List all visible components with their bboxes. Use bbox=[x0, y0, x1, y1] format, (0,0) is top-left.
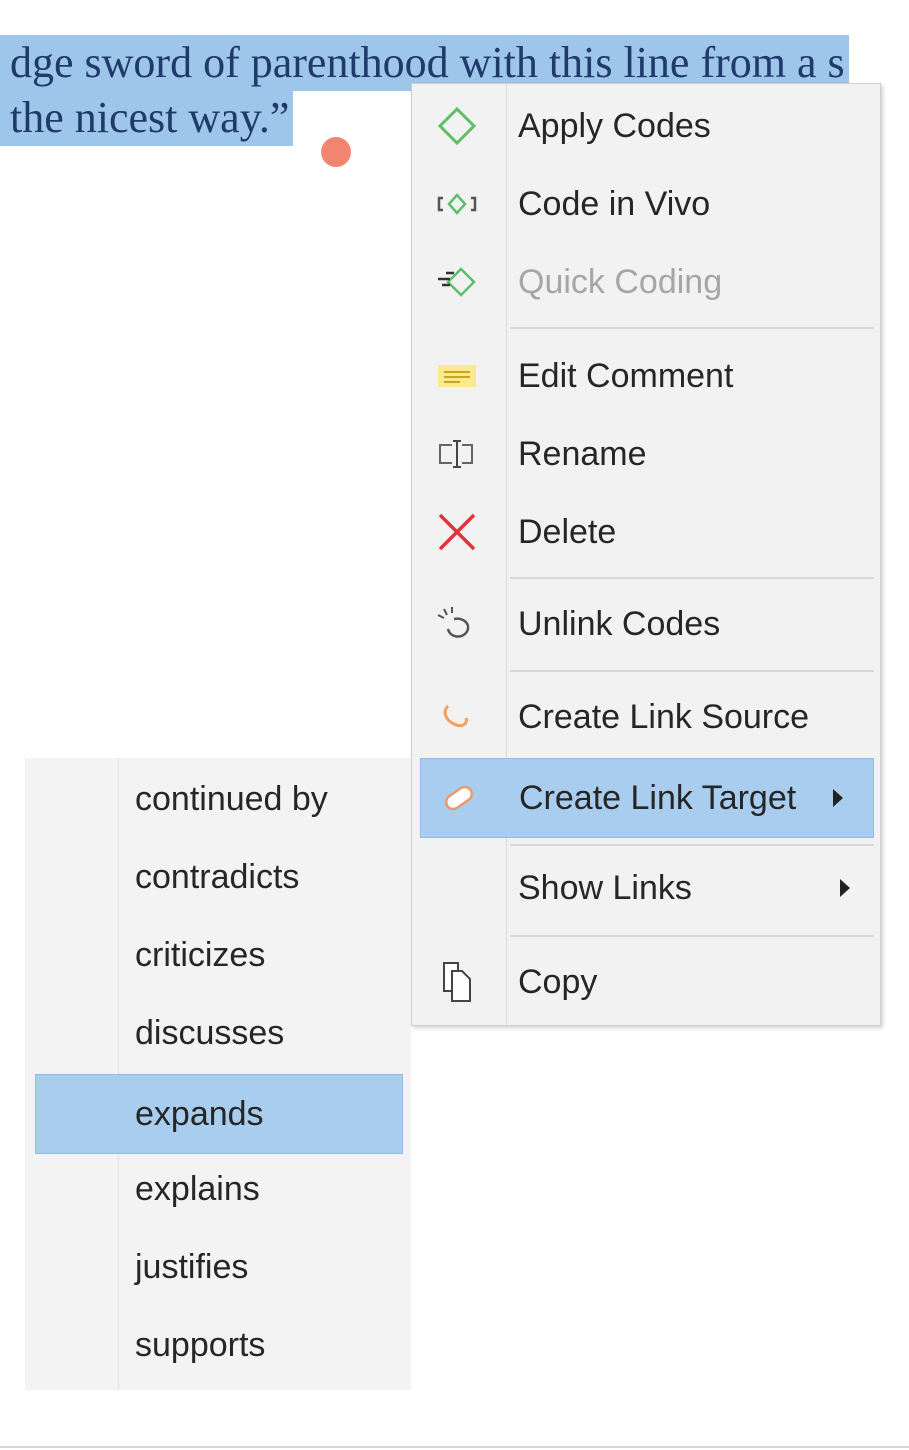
copy-icon bbox=[432, 962, 482, 1002]
selection-handle[interactable] bbox=[321, 137, 351, 167]
submenu-item-supports[interactable]: supports bbox=[25, 1306, 411, 1384]
submenu-item-label: expands bbox=[135, 1095, 264, 1133]
unlink-icon bbox=[432, 605, 482, 643]
submenu-item-label: contradicts bbox=[135, 858, 300, 896]
menu-item-quick-coding[interactable]: Quick Coding bbox=[412, 243, 880, 321]
document-text-line-2[interactable]: the nicest way.” bbox=[0, 90, 294, 146]
submenu-item-label: justifies bbox=[135, 1248, 249, 1286]
submenu-item-label: continued by bbox=[135, 780, 328, 818]
menu-item-label: Apply Codes bbox=[518, 107, 711, 145]
delete-icon bbox=[432, 513, 482, 551]
submenu-item-explains[interactable]: explains bbox=[25, 1150, 411, 1228]
submenu-item-continued-by[interactable]: continued by bbox=[25, 760, 411, 838]
menu-separator bbox=[510, 327, 874, 329]
apply-codes-icon bbox=[432, 107, 482, 145]
menu-item-label: Edit Comment bbox=[518, 357, 734, 395]
submenu-item-label: discusses bbox=[135, 1014, 285, 1052]
submenu-item-contradicts[interactable]: contradicts bbox=[25, 838, 411, 916]
link-target-icon bbox=[433, 779, 483, 817]
submenu-item-justifies[interactable]: justifies bbox=[25, 1228, 411, 1306]
link-source-icon bbox=[432, 698, 482, 736]
context-menu: Apply Codes Code in Vivo Quick Coding Ed… bbox=[411, 83, 881, 1026]
link-target-submenu: continued by contradicts criticizes disc… bbox=[25, 758, 411, 1390]
submenu-arrow-icon bbox=[833, 789, 843, 807]
rename-icon bbox=[432, 435, 482, 473]
submenu-item-label: criticizes bbox=[135, 936, 266, 974]
menu-item-label: Show Links bbox=[518, 869, 692, 907]
code-in-vivo-icon bbox=[432, 185, 482, 223]
menu-item-edit-comment[interactable]: Edit Comment bbox=[412, 337, 880, 415]
menu-item-label: Unlink Codes bbox=[518, 605, 721, 643]
submenu-item-label: supports bbox=[135, 1326, 266, 1364]
comment-icon bbox=[432, 357, 482, 395]
menu-item-create-link-source[interactable]: Create Link Source bbox=[412, 678, 880, 756]
bottom-divider bbox=[0, 1446, 909, 1448]
menu-item-label: Rename bbox=[518, 435, 647, 473]
menu-item-label: Create Link Target bbox=[519, 779, 797, 817]
menu-item-label: Create Link Source bbox=[518, 698, 810, 736]
submenu-item-label: explains bbox=[135, 1170, 260, 1208]
menu-separator bbox=[510, 935, 874, 937]
menu-item-label: Quick Coding bbox=[518, 263, 723, 301]
menu-item-copy[interactable]: Copy bbox=[412, 943, 880, 1021]
menu-item-label: Copy bbox=[518, 963, 598, 1001]
submenu-arrow-icon bbox=[840, 879, 850, 897]
menu-item-rename[interactable]: Rename bbox=[412, 415, 880, 493]
menu-item-code-in-vivo[interactable]: Code in Vivo bbox=[412, 165, 880, 243]
menu-item-delete[interactable]: Delete bbox=[412, 493, 880, 571]
selected-text-end[interactable]: the nicest way.” bbox=[0, 90, 294, 146]
menu-separator bbox=[510, 844, 874, 846]
menu-separator bbox=[510, 577, 874, 579]
submenu-item-discusses[interactable]: discusses bbox=[25, 994, 411, 1072]
menu-item-label: Code in Vivo bbox=[518, 185, 711, 223]
submenu-item-expands[interactable]: expands bbox=[35, 1074, 403, 1154]
menu-item-create-link-target[interactable]: Create Link Target bbox=[420, 758, 874, 838]
menu-item-unlink-codes[interactable]: Unlink Codes bbox=[412, 585, 880, 663]
menu-item-apply-codes[interactable]: Apply Codes bbox=[412, 87, 880, 165]
menu-separator bbox=[510, 670, 874, 672]
submenu-item-criticizes[interactable]: criticizes bbox=[25, 916, 411, 994]
quick-coding-icon bbox=[432, 263, 482, 301]
menu-item-label: Delete bbox=[518, 513, 617, 551]
menu-item-show-links[interactable]: Show Links bbox=[412, 849, 880, 927]
